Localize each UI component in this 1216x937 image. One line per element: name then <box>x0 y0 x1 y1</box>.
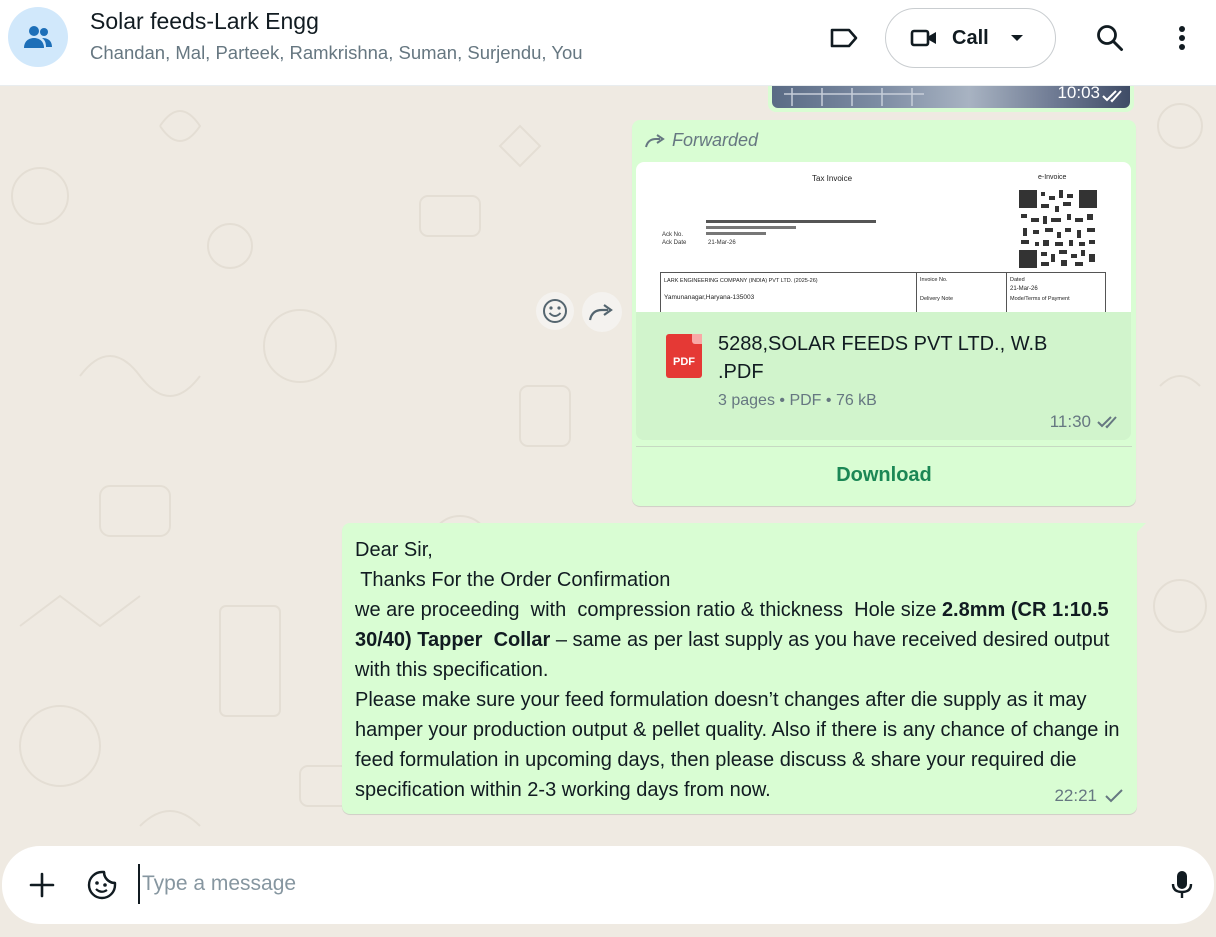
message-line: Dear Sir, <box>355 539 433 561</box>
label-icon <box>830 28 858 48</box>
message-paragraph: Please make sure your feed formulation d… <box>355 689 1120 801</box>
preview-table-divider <box>1006 272 1007 312</box>
forwarded-document-message[interactable]: Forwarded Tax Invoice e-Invoice Ack No. … <box>632 120 1136 506</box>
input-bar[interactable] <box>2 846 1214 924</box>
image-thumbnail[interactable]: 10:03 <box>772 86 1130 108</box>
preview-company: LARK ENGINEERING COMPANY (INDIA) PVT LTD… <box>664 278 818 284</box>
message-input[interactable] <box>138 864 1138 904</box>
image-message[interactable]: 10:03 <box>768 86 1134 112</box>
download-button[interactable]: Download <box>632 450 1136 500</box>
document-info[interactable]: PDF 5288,SOLAR FEEDS PVT LTD., W.B .PDF … <box>636 312 1131 440</box>
message-time-row: 22:21 <box>1054 786 1123 806</box>
label-button[interactable] <box>826 22 862 54</box>
group-avatar[interactable] <box>8 7 68 67</box>
chevron-down-icon[interactable] <box>1009 33 1025 43</box>
plus-icon <box>29 872 55 898</box>
message-time-row: 11:30 <box>1050 412 1121 432</box>
call-button[interactable]: Call <box>885 8 1056 68</box>
video-icon <box>910 29 936 47</box>
message-text: we are proceeding with compression ratio… <box>355 599 942 621</box>
message-paragraph: we are proceeding with compression ratio… <box>355 595 1125 685</box>
document-pages: 3 pages <box>718 392 775 409</box>
microphone-icon <box>1171 871 1193 898</box>
more-vert-icon <box>1179 26 1185 50</box>
preview-text-lines <box>706 220 876 235</box>
preview-terms-label: Mode/Terms of Payment <box>1010 296 1070 302</box>
message-line: Thanks For the Order Confirmation <box>355 569 671 591</box>
message-time: 22:21 <box>1054 786 1097 805</box>
document-type: PDF <box>789 392 822 409</box>
preview-ack-date-label: Ack Date <box>662 240 687 246</box>
chat-participants[interactable]: Chandan, Mal, Parteek, Ramkrishna, Suman… <box>90 42 583 64</box>
double-check-icon <box>1102 90 1122 103</box>
document-card[interactable]: Tax Invoice e-Invoice Ack No. Ack Date 2… <box>636 162 1131 440</box>
preview-invoice-label: Invoice No. <box>920 277 948 283</box>
chat-title[interactable]: Solar feeds-Lark Engg <box>90 8 319 35</box>
forwarded-label: Forwarded <box>644 130 758 151</box>
search-button[interactable] <box>1092 20 1128 56</box>
forward-button[interactable] <box>582 292 622 332</box>
attach-button[interactable] <box>26 869 58 901</box>
preview-dated-label: Dated <box>1010 277 1025 283</box>
document-size: 76 kB <box>835 392 877 409</box>
preview-title: Tax Invoice <box>812 174 853 183</box>
document-name: 5288,SOLAR FEEDS PVT LTD., W.B .PDF <box>718 333 1048 383</box>
message-time: 10:03 <box>1057 86 1100 102</box>
preview-delivery-label: Delivery Note <box>920 296 954 302</box>
single-check-icon <box>1105 789 1123 803</box>
forward-icon <box>645 133 665 147</box>
preview-address: Yamunanagar,Haryana-135003 <box>664 294 755 301</box>
chat-area[interactable]: 10:03 Forwarded Tax Invoice e-Invoice Ac… <box>0 86 1216 846</box>
emoji-icon <box>543 299 567 323</box>
preview-table-divider <box>916 272 917 312</box>
message-body: Dear Sir, Thanks For the Order Confirmat… <box>355 535 1125 805</box>
double-check-icon <box>1097 416 1117 429</box>
sticker-button[interactable] <box>84 867 120 903</box>
chat-header: Solar feeds-Lark Engg Chandan, Mal, Part… <box>0 0 1216 86</box>
document-meta: 3 pages • PDF • 76 kB <box>718 392 877 410</box>
divider <box>636 446 1132 447</box>
meta-separator: • <box>779 392 790 409</box>
menu-button[interactable] <box>1166 20 1198 56</box>
search-icon <box>1097 25 1123 51</box>
meta-separator: • <box>825 392 836 409</box>
react-button[interactable] <box>536 292 574 330</box>
text-message[interactable]: Dear Sir, Thanks For the Order Confirmat… <box>342 523 1146 814</box>
qr-code <box>1017 188 1099 270</box>
preview-einvoice: e-Invoice <box>1038 174 1067 181</box>
preview-ack-no: Ack No. <box>662 232 684 238</box>
group-icon <box>24 26 52 48</box>
document-preview[interactable]: Tax Invoice e-Invoice Ack No. Ack Date 2… <box>636 162 1131 312</box>
sticker-icon <box>87 870 117 900</box>
call-label: Call <box>952 26 989 49</box>
message-time: 11:30 <box>1049 412 1091 431</box>
preview-dated: 21-Mar-26 <box>1010 286 1038 292</box>
forward-icon <box>588 304 613 321</box>
voice-message-button[interactable] <box>1166 866 1198 904</box>
composer <box>0 846 1216 937</box>
pdf-file-icon: PDF <box>666 334 702 378</box>
